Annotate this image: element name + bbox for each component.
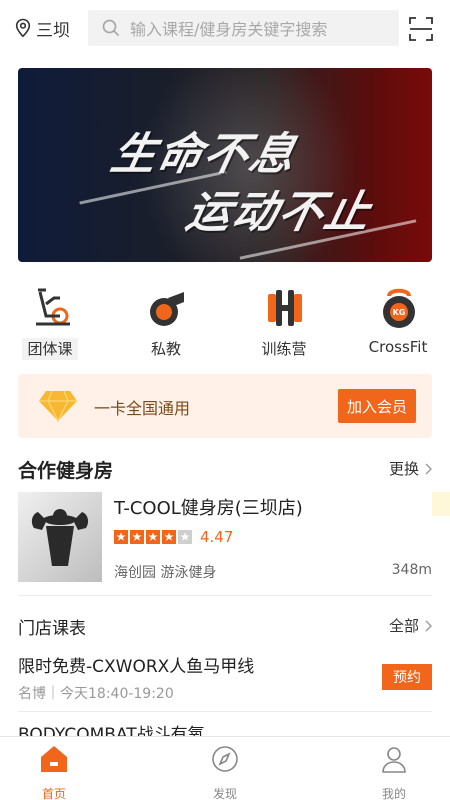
tab-discover[interactable]: 发现: [185, 743, 265, 800]
course-details: 名博｜今天18:40-19:20: [18, 686, 174, 702]
schedule-title: 门店课表: [18, 619, 86, 639]
dumbbell-icon: [268, 290, 302, 326]
compass-icon: [212, 746, 238, 772]
all-schedule-label: 全部: [388, 617, 419, 635]
tab-home[interactable]: 首页: [14, 743, 94, 800]
gym-tags: 海创园 游泳健身: [114, 565, 217, 581]
category-label: 团体课: [22, 338, 78, 360]
gym-rating: 4.47: [114, 528, 233, 546]
user-icon: [382, 747, 406, 773]
kettlebell-icon: KG: [383, 288, 415, 328]
banner-slogan-line2: 运动不止: [181, 187, 377, 238]
chevron-right-icon: [425, 463, 432, 474]
kettlebell-kg-text: KG: [393, 308, 406, 317]
change-gym-label: 更换: [388, 460, 419, 478]
whistle-icon: [150, 292, 184, 326]
banner-slogan-line1: 生命不息: [106, 129, 302, 180]
partner-gyms-header: 合作健身房 更换: [18, 456, 432, 486]
location-label: 三坝: [36, 20, 70, 41]
search-icon: [102, 19, 120, 37]
section-title: 合作健身房: [18, 460, 114, 482]
chevron-right-icon: [425, 620, 432, 631]
category-crossfit[interactable]: KG CrossFit: [348, 280, 448, 360]
edge-highlight: [432, 492, 450, 516]
diamond-icon: [39, 390, 77, 423]
tab-label: 发现: [212, 787, 237, 800]
category-private-coach[interactable]: 私教: [116, 280, 216, 360]
home-icon: [41, 746, 67, 772]
star-icon: [162, 530, 176, 544]
star-icon: [114, 530, 128, 544]
next-course-name[interactable]: BODYCOMBAT战斗有氧: [18, 720, 205, 736]
gym-name: T-COOL健身房(三坝店): [114, 498, 303, 519]
change-gym-link[interactable]: 更换: [389, 458, 432, 479]
rating-score: 4.47: [200, 528, 234, 546]
category-label: 私教: [150, 340, 181, 358]
gym-thumbnail: [18, 492, 102, 582]
search-placeholder: 输入课程/健身房关键字搜索: [130, 20, 328, 39]
tab-label: 首页: [41, 787, 66, 800]
divider: [18, 711, 432, 712]
category-nav: 团体课 私教 训练营 KG CrossFit: [0, 280, 450, 360]
tab-profile[interactable]: 我的: [354, 743, 434, 800]
top-bar: 三坝 输入课程/健身房关键字搜索: [0, 0, 450, 56]
gym-distance: 348m: [391, 562, 432, 578]
category-group-class[interactable]: 团体课: [0, 280, 100, 360]
star-empty-icon: [178, 530, 192, 544]
gym-card[interactable]: T-COOL健身房(三坝店) 4.47 海创园 游泳健身 348m: [18, 492, 432, 584]
search-input[interactable]: 输入课程/健身房关键字搜索: [88, 10, 399, 46]
category-label: 训练营: [261, 340, 307, 358]
bottom-tab-bar: 首页 发现 我的: [0, 736, 450, 800]
join-membership-button[interactable]: 加入会员: [338, 389, 416, 423]
course-name[interactable]: 限时免费-CXWORX人鱼马甲线: [18, 652, 254, 677]
exercise-bike-icon: [36, 288, 70, 326]
membership-text: 一卡全国通用: [94, 399, 191, 418]
promo-banner[interactable]: 生命不息 运动不止: [18, 68, 432, 262]
tab-label: 我的: [381, 787, 406, 800]
book-button[interactable]: 预约: [382, 664, 432, 690]
all-schedule-link[interactable]: 全部: [389, 615, 432, 636]
location-pin-icon: [15, 18, 31, 38]
star-icon: [130, 530, 144, 544]
location-selector[interactable]: 三坝: [14, 14, 70, 42]
divider: [18, 595, 432, 596]
membership-card[interactable]: 一卡全国通用 加入会员: [18, 374, 432, 438]
category-label: CrossFit: [368, 338, 428, 356]
category-bootcamp[interactable]: 训练营: [234, 280, 334, 360]
bodybuilder-image: [31, 509, 89, 566]
star-icon: [146, 530, 160, 544]
scan-icon[interactable]: [408, 16, 434, 42]
